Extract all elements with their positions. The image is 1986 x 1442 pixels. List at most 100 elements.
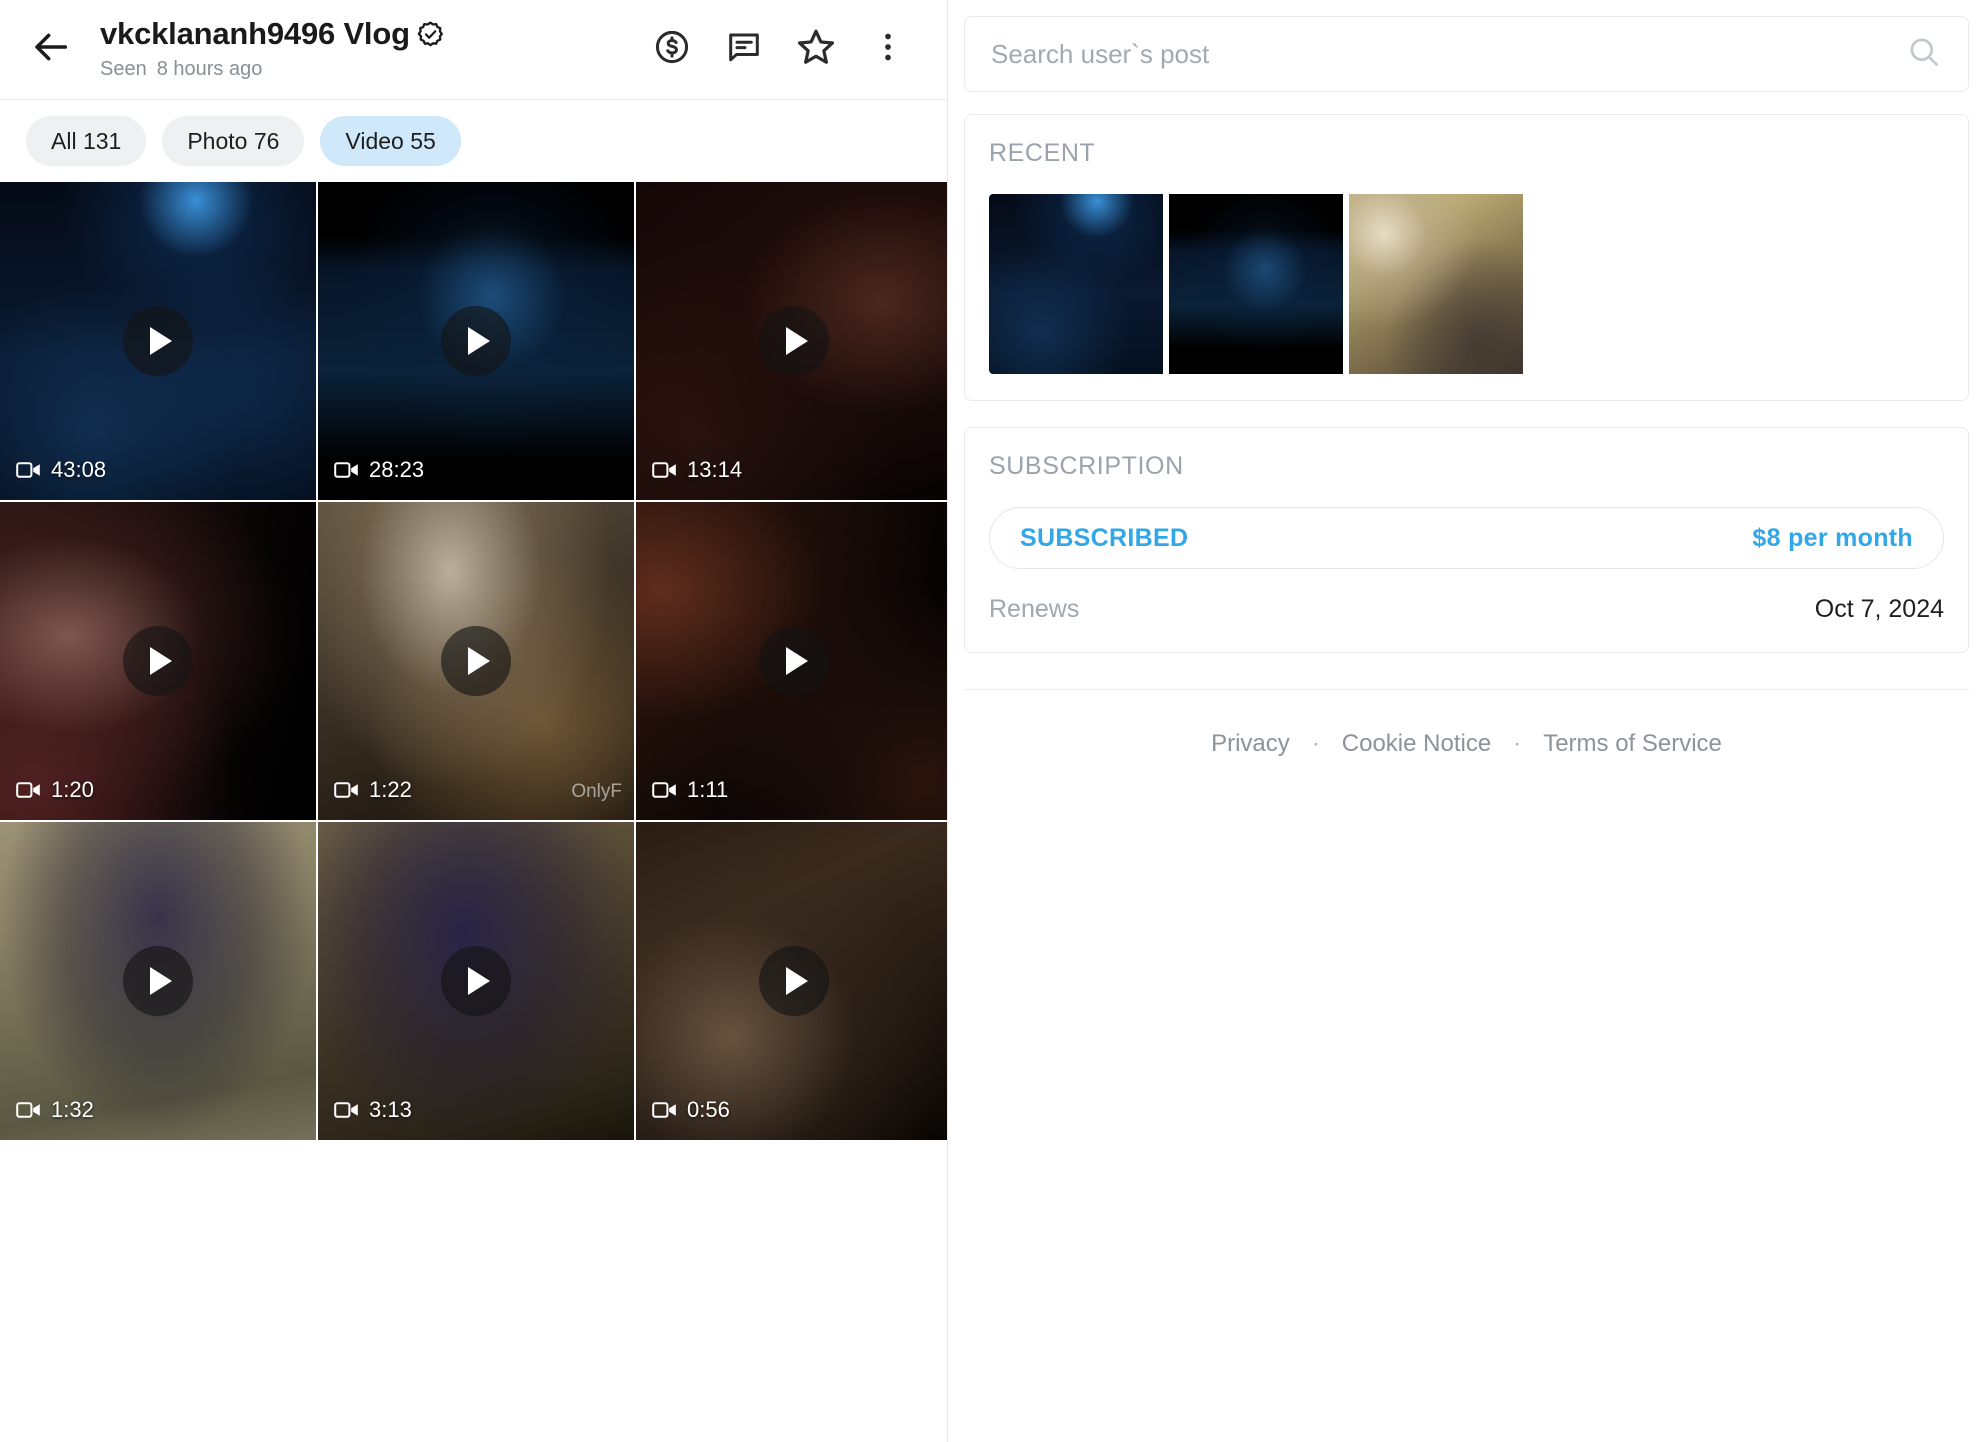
play-icon bbox=[786, 327, 808, 355]
subscription-renew-row: Renews Oct 7, 2024 bbox=[989, 595, 1944, 624]
more-options-button[interactable] bbox=[867, 29, 909, 71]
video-camera-icon bbox=[334, 460, 360, 480]
media-grid-item[interactable]: 3:13 bbox=[318, 822, 634, 1140]
video-camera-icon bbox=[652, 780, 678, 800]
favorite-button[interactable] bbox=[795, 29, 837, 71]
recent-section-title: RECENT bbox=[989, 139, 1096, 167]
filter-chip-photo-label: Photo 76 bbox=[187, 127, 280, 154]
subscription-section-title: SUBSCRIPTION bbox=[989, 452, 1184, 480]
renew-date: Oct 7, 2024 bbox=[1814, 595, 1944, 623]
subscription-status-button[interactable]: SUBSCRIBED $8 per month bbox=[989, 507, 1944, 569]
play-button[interactable] bbox=[123, 626, 193, 696]
filter-chip-video[interactable]: Video 55 bbox=[320, 116, 461, 166]
media-duration-label: 1:32 bbox=[51, 1097, 94, 1122]
cookie-notice-link[interactable]: Cookie Notice bbox=[1342, 730, 1491, 758]
subscription-price-label: $8 per month bbox=[1752, 523, 1913, 552]
media-grid-item[interactable]: 43:08 bbox=[0, 182, 316, 500]
footer-separator: · bbox=[1513, 730, 1522, 757]
media-duration-label: 1:20 bbox=[51, 777, 94, 802]
video-camera-icon bbox=[334, 1100, 360, 1120]
privacy-link[interactable]: Privacy bbox=[1211, 730, 1290, 758]
media-grid-item[interactable]: 1:11 bbox=[636, 502, 947, 820]
star-favorite-icon bbox=[795, 26, 837, 73]
filter-chip-photo[interactable]: Photo 76 bbox=[162, 116, 305, 166]
app-root: vkcklananh9496 Vlog Seen 8 hours ago All… bbox=[0, 0, 1986, 1442]
footer-separator: · bbox=[1311, 730, 1320, 757]
media-duration: 13:14 bbox=[652, 457, 742, 483]
play-icon bbox=[786, 647, 808, 675]
search-icon[interactable] bbox=[1906, 34, 1942, 75]
media-duration: 1:11 bbox=[652, 777, 728, 803]
message-button[interactable] bbox=[723, 29, 765, 71]
play-button[interactable] bbox=[441, 626, 511, 696]
subscription-status-label: SUBSCRIBED bbox=[1020, 523, 1189, 552]
arrow-left-icon bbox=[32, 27, 72, 72]
media-duration: 1:32 bbox=[16, 1097, 94, 1123]
play-icon bbox=[150, 647, 172, 675]
renew-label: Renews bbox=[989, 595, 1080, 623]
recent-card: RECENT bbox=[964, 114, 1969, 401]
media-duration-label: 28:23 bbox=[369, 457, 425, 482]
media-grid-item[interactable]: 13:14 bbox=[636, 182, 947, 500]
media-duration-label: 1:22 bbox=[369, 777, 412, 802]
verified-badge-icon bbox=[416, 20, 445, 49]
subscription-card: SUBSCRIPTION SUBSCRIBED $8 per month Ren… bbox=[964, 427, 1969, 653]
media-grid-item[interactable]: 1:32 bbox=[0, 822, 316, 1140]
media-duration-label: 13:14 bbox=[687, 457, 743, 482]
media-grid-item[interactable]: 28:23 bbox=[318, 182, 634, 500]
play-button[interactable] bbox=[759, 626, 829, 696]
play-icon bbox=[150, 327, 172, 355]
page-title: vkcklananh9496 Vlog bbox=[100, 16, 410, 52]
topbar-actions bbox=[651, 29, 909, 71]
more-options-icon bbox=[871, 30, 905, 69]
tip-money-button[interactable] bbox=[651, 29, 693, 71]
play-icon bbox=[468, 967, 490, 995]
media-duration: 3:13 bbox=[334, 1097, 412, 1123]
filter-chip-video-label: Video 55 bbox=[345, 127, 436, 154]
media-grid-item[interactable]: 1:22 OnlyF bbox=[318, 502, 634, 820]
watermark-label: OnlyF bbox=[571, 781, 622, 802]
video-camera-icon bbox=[652, 1100, 678, 1120]
play-button[interactable] bbox=[123, 306, 193, 376]
terms-of-service-link[interactable]: Terms of Service bbox=[1543, 730, 1722, 758]
last-seen-row: Seen 8 hours ago bbox=[100, 58, 651, 81]
profile-title-block: vkcklananh9496 Vlog Seen 8 hours ago bbox=[100, 18, 651, 81]
recent-thumbnail[interactable] bbox=[1169, 194, 1343, 374]
media-grid-item[interactable]: 0:56 bbox=[636, 822, 947, 1140]
filter-chip-all[interactable]: All 131 bbox=[26, 116, 147, 166]
recent-thumbnail[interactable] bbox=[1349, 194, 1523, 374]
video-camera-icon bbox=[334, 780, 360, 800]
media-duration-label: 43:08 bbox=[51, 457, 107, 482]
play-button[interactable] bbox=[441, 946, 511, 1016]
recent-thumbnail[interactable] bbox=[989, 194, 1163, 374]
media-duration: 1:20 bbox=[16, 777, 94, 803]
profile-media-pane: vkcklananh9496 Vlog Seen 8 hours ago All… bbox=[0, 0, 948, 1442]
media-duration: 1:22 bbox=[334, 777, 412, 803]
play-button[interactable] bbox=[123, 946, 193, 1016]
recent-thumbnail-strip bbox=[989, 194, 1944, 374]
play-button[interactable] bbox=[759, 306, 829, 376]
media-grid-item[interactable]: 1:20 bbox=[0, 502, 316, 820]
video-camera-icon bbox=[16, 460, 42, 480]
media-duration-label: 3:13 bbox=[369, 1097, 412, 1122]
play-button[interactable] bbox=[441, 306, 511, 376]
video-camera-icon bbox=[652, 460, 678, 480]
profile-title-row: vkcklananh9496 Vlog bbox=[100, 18, 651, 51]
media-duration-label: 0:56 bbox=[687, 1097, 730, 1122]
play-button[interactable] bbox=[759, 946, 829, 1016]
message-icon bbox=[725, 28, 763, 71]
tip-money-icon bbox=[653, 28, 691, 71]
media-duration: 28:23 bbox=[334, 457, 424, 483]
play-icon bbox=[786, 967, 808, 995]
play-icon bbox=[150, 967, 172, 995]
video-camera-icon bbox=[16, 1100, 42, 1120]
seen-label: Seen bbox=[100, 57, 147, 80]
sidebar-pane: RECENT SUBSCRIPTION SUBSCRIBED $8 per mo… bbox=[948, 0, 1985, 1442]
back-button[interactable] bbox=[24, 22, 80, 78]
sidebar-footer: Privacy · Cookie Notice · Terms of Servi… bbox=[964, 689, 1969, 758]
media-grid: 43:08 28:23 13:14 1:20 1:22 OnlyF 1:11 1… bbox=[0, 182, 947, 1140]
media-duration: 0:56 bbox=[652, 1097, 730, 1123]
play-icon bbox=[468, 647, 490, 675]
search-input[interactable] bbox=[991, 38, 1906, 70]
media-duration-label: 1:11 bbox=[687, 777, 729, 802]
